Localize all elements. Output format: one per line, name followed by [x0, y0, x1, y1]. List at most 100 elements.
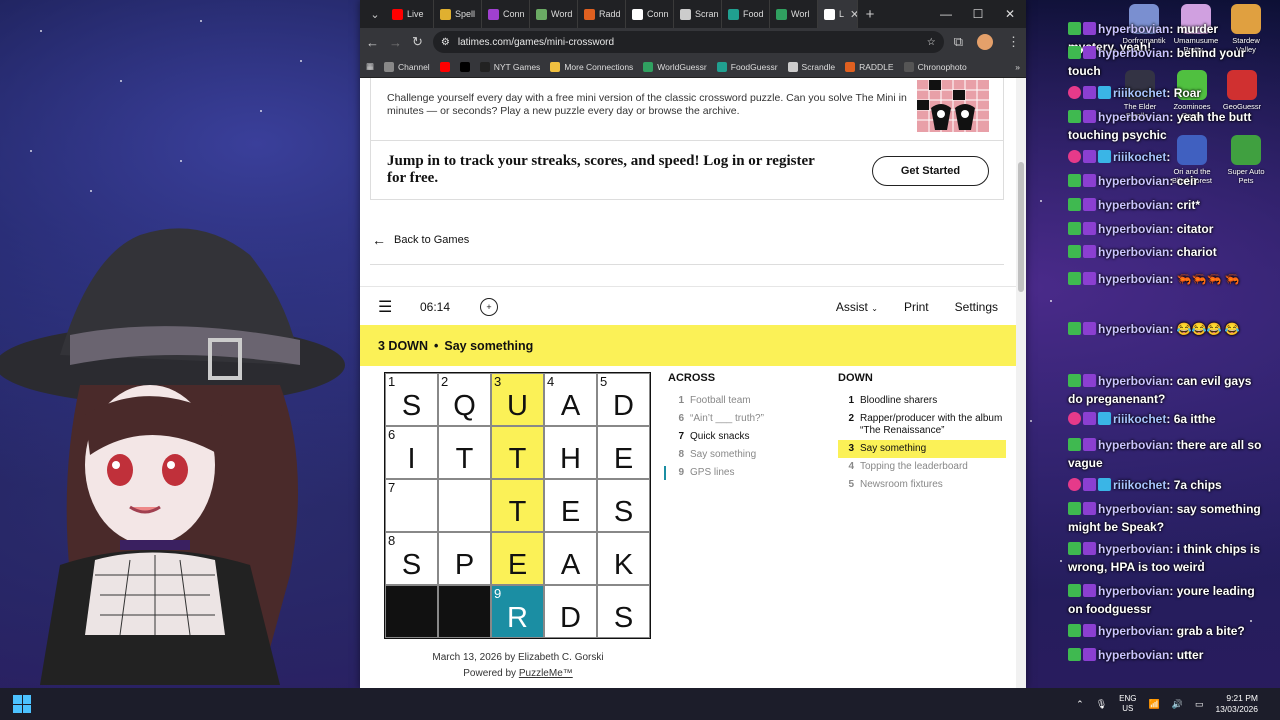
down-clue[interactable]: 5 Newsroom fixtures: [838, 476, 1006, 494]
reload-icon[interactable]: ↻: [412, 34, 423, 50]
wifi-icon[interactable]: 📶: [1149, 699, 1160, 710]
grid-cell[interactable]: 9R: [491, 585, 544, 638]
grid-cell[interactable]: T: [491, 479, 544, 532]
grid-cell[interactable]: E: [491, 532, 544, 585]
grid-cell[interactable]: K: [597, 532, 650, 585]
more-bookmarks-icon[interactable]: »: [1015, 62, 1020, 72]
grid-cell[interactable]: A: [544, 532, 597, 585]
extensions-icon[interactable]: ⧉: [954, 34, 963, 50]
bookmark-item[interactable]: Chronophoto: [903, 61, 967, 72]
grid-cell[interactable]: D: [544, 585, 597, 638]
down-clue[interactable]: 4 Topping the leaderboard: [838, 458, 1006, 476]
powered-by: Powered by PuzzleMe™: [360, 666, 676, 682]
grid-cell[interactable]: 6I: [385, 426, 438, 479]
grid-cell[interactable]: 8S: [385, 532, 438, 585]
browser-tab[interactable]: Spell: [434, 0, 482, 28]
bookmark-item[interactable]: WorldGuessr: [643, 61, 707, 72]
lang-bottom: US: [1122, 704, 1134, 713]
page-scrollbar[interactable]: [1016, 78, 1026, 688]
grid-cell[interactable]: 3U: [491, 373, 544, 426]
tab-search-button[interactable]: ⌄: [364, 4, 386, 24]
browser-tab[interactable]: Food: [722, 0, 770, 28]
bookmark-item[interactable]: More Connections: [550, 61, 633, 72]
add-player-icon[interactable]: +: [480, 297, 498, 316]
bookmark-star-icon[interactable]: ☆: [927, 37, 936, 48]
browser-menu-icon[interactable]: ⋮: [1007, 34, 1020, 50]
browser-tab[interactable]: Conn: [626, 0, 674, 28]
browser-tab[interactable]: Conn: [482, 0, 530, 28]
url-field[interactable]: ⚙ latimes.com/games/mini-crossword ☆: [432, 31, 944, 53]
grid-cell[interactable]: H: [544, 426, 597, 479]
assist-menu[interactable]: Assist ⌄: [836, 300, 878, 314]
forward-nav-icon[interactable]: →: [389, 35, 402, 50]
grid-cell[interactable]: [438, 479, 491, 532]
across-clue[interactable]: 8 Say something: [668, 446, 828, 464]
print-button[interactable]: Print: [904, 300, 929, 314]
minimize-button[interactable]: —: [930, 7, 962, 21]
grid-cell[interactable]: T: [438, 426, 491, 479]
bookmark-item[interactable]: FoodGuessr: [716, 61, 778, 72]
cell-letter: S: [613, 602, 634, 634]
back-nav-icon[interactable]: ←: [366, 35, 379, 50]
check-badge-icon: [1068, 222, 1081, 235]
settings-button[interactable]: Settings: [955, 300, 998, 314]
clock[interactable]: 9:21 PM 13/03/2026: [1215, 693, 1258, 716]
grid-cell[interactable]: E: [544, 479, 597, 532]
get-started-button[interactable]: Get Started: [872, 156, 989, 186]
arrow-left-icon: ←: [372, 232, 386, 248]
check-badge-icon: [1068, 174, 1081, 187]
down-clue[interactable]: 3 Say something: [838, 440, 1006, 458]
battery-icon[interactable]: ▭: [1195, 699, 1204, 710]
scroll-thumb[interactable]: [1018, 162, 1024, 292]
browser-tab[interactable]: L✕: [818, 0, 858, 28]
star: [1050, 300, 1052, 302]
browser-tab[interactable]: Radd: [578, 0, 626, 28]
down-clue[interactable]: 1 Bloodline sharers: [838, 392, 1006, 410]
windows-start-icon[interactable]: [13, 695, 31, 713]
grid-cell[interactable]: T: [491, 426, 544, 479]
tab-close-icon[interactable]: ✕: [850, 8, 857, 21]
language-indicator[interactable]: ENG US: [1119, 694, 1136, 713]
bookmark-item[interactable]: [439, 61, 450, 72]
star-badge-icon: [1083, 648, 1096, 661]
grid-cell[interactable]: S: [597, 479, 650, 532]
grid-cell[interactable]: 2Q: [438, 373, 491, 426]
bookmark-item[interactable]: Scrandle: [787, 61, 835, 72]
site-info-icon[interactable]: ⚙: [441, 37, 450, 48]
grid-cell[interactable]: 1S: [385, 373, 438, 426]
maximize-button[interactable]: ☐: [962, 7, 994, 21]
across-clue[interactable]: 9 GPS lines: [664, 464, 828, 482]
grid-cell[interactable]: 7: [385, 479, 438, 532]
profile-avatar[interactable]: [977, 34, 993, 50]
down-clue[interactable]: 2 Rapper/producer with the album “The Ren…: [838, 410, 1006, 440]
bookmark-item[interactable]: Channel: [384, 61, 430, 72]
star-badge-icon: [1083, 198, 1096, 211]
new-tab-button[interactable]: +: [858, 6, 882, 23]
grid-cell[interactable]: 4A: [544, 373, 597, 426]
puzzleme-link[interactable]: PuzzleMe™: [519, 668, 573, 679]
mic-icon[interactable]: 🎙: [1096, 699, 1107, 710]
bookmark-item[interactable]: NYT Games: [479, 61, 540, 72]
chat-separator: :: [1169, 438, 1177, 452]
bookmark-item[interactable]: RADDLE: [845, 61, 894, 72]
browser-tab[interactable]: Word: [530, 0, 578, 28]
browser-tab[interactable]: Scran: [674, 0, 722, 28]
apps-grid-icon[interactable]: ▦: [366, 61, 374, 72]
grid-cell[interactable]: S: [597, 585, 650, 638]
across-clue[interactable]: 1 Football team: [668, 392, 828, 410]
across-clue[interactable]: 7 Quick snacks: [668, 428, 828, 446]
chat-message: riiikochet: 6a itthe: [1068, 410, 1268, 428]
bookmark-item[interactable]: [459, 61, 470, 72]
menu-icon[interactable]: ☰: [378, 297, 410, 317]
browser-tab[interactable]: Live: [386, 0, 434, 28]
across-clue[interactable]: 6 “Ain’t ___ truth?”: [668, 410, 828, 428]
chevron-up-icon[interactable]: ⌃: [1076, 699, 1084, 710]
close-window-button[interactable]: ✕: [994, 7, 1026, 21]
grid-cell[interactable]: 5D: [597, 373, 650, 426]
cell-number: 7: [388, 480, 396, 495]
back-to-games-link[interactable]: ← Back to Games: [372, 232, 469, 248]
grid-cell[interactable]: P: [438, 532, 491, 585]
browser-tab[interactable]: Worl: [770, 0, 818, 28]
grid-cell[interactable]: E: [597, 426, 650, 479]
volume-icon[interactable]: 🔊: [1172, 699, 1183, 710]
